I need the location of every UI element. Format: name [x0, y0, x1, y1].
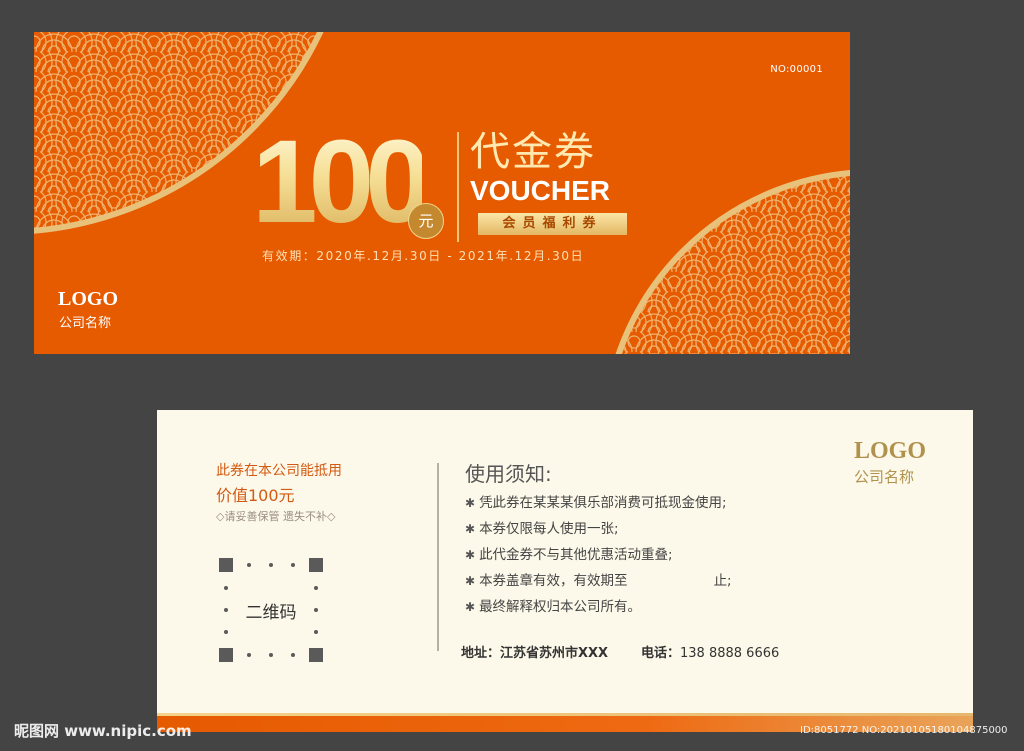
title-english: VOUCHER — [470, 175, 611, 206]
qr-corner — [219, 558, 233, 572]
notice-item: ✱ 本券仅限每人使用一张; — [465, 521, 619, 537]
voucher-front: NO:00001 100 元 代金券 VOUCHER 会员福利券 有效期：202… — [34, 32, 850, 354]
notice-item: ✱ 此代金券不与其他优惠活动重叠; — [465, 547, 673, 563]
amount-wrapper: 100 — [252, 116, 431, 248]
voucher-back: 此券在本公司能抵用 价值100元 ◇请妥善保管 遗失不补◇ 二维码 使用须知: … — [157, 410, 973, 732]
redeem-text: 此券在本公司能抵用 — [216, 463, 342, 479]
keep-safe-note: ◇请妥善保管 遗失不补◇ — [216, 510, 336, 523]
wave-pattern — [34, 32, 850, 354]
qr-dot — [247, 563, 251, 567]
qr-code-placeholder: 二维码 — [219, 558, 323, 662]
qr-corner — [309, 558, 323, 572]
serial-number: NO:00001 — [770, 64, 823, 75]
value-text: 价值100元 — [216, 486, 295, 505]
validity-period: 有效期：2020年.12月.30日 - 2021年.12月.30日 — [262, 249, 585, 263]
voucher-amount: 100 — [252, 116, 431, 248]
qr-corner — [309, 648, 323, 662]
asterisk-icon: ✱ — [465, 574, 476, 588]
qr-dot — [224, 586, 228, 590]
qr-dot — [224, 630, 228, 634]
currency-badge: 元 — [408, 203, 444, 239]
qr-dot — [269, 653, 273, 657]
phone: 电话：138 8888 6666 — [641, 646, 780, 661]
asterisk-icon: ✱ — [465, 522, 476, 536]
watermark-left: 昵图网 www.nipic.com — [14, 722, 192, 740]
title-chinese: 代金券 — [470, 129, 596, 175]
qr-corner — [219, 648, 233, 662]
qr-dot — [291, 653, 295, 657]
logo: LOGO — [854, 438, 927, 464]
member-benefit-badge: 会员福利券 — [478, 213, 627, 235]
qr-dot — [247, 653, 251, 657]
notice-title: 使用须知: — [465, 462, 552, 486]
notice-item: ✱ 本券盖章有效，有效期至 止; — [465, 573, 732, 589]
qr-dot — [314, 630, 318, 634]
company-name: 公司名称 — [854, 468, 915, 486]
watermark-right: ID:8051772 NO:20210105180104875000 — [800, 725, 1008, 736]
asterisk-icon: ✱ — [465, 600, 476, 614]
notice-item: ✱ 最终解释权归本公司所有。 — [465, 599, 642, 615]
qr-dot — [314, 586, 318, 590]
divider — [437, 463, 439, 651]
company-name: 公司名称 — [59, 316, 112, 331]
qr-dot — [291, 563, 295, 567]
address: 地址：江苏省苏州市XXX — [461, 646, 609, 661]
qr-dot — [269, 563, 273, 567]
asterisk-icon: ✱ — [465, 496, 476, 510]
notice-list: ✱ 凭此券在某某某俱乐部消费可抵现金使用; ✱ 本券仅限每人使用一张; ✱ 此代金券不… — [465, 490, 732, 620]
asterisk-icon: ✱ — [465, 548, 476, 562]
divider — [457, 132, 459, 242]
notice-item: ✱ 凭此券在某某某俱乐部消费可抵现金使用; — [465, 495, 727, 511]
qr-label: 二维码 — [245, 603, 297, 623]
logo: LOGO — [58, 288, 119, 310]
